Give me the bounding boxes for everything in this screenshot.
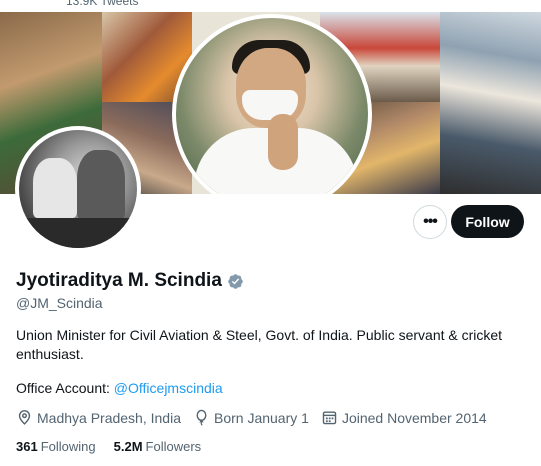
profile-meta: Madhya Pradesh, India Born January 1 Joi… [16,409,499,426]
location-pin-icon [18,410,31,425]
followers-label: Followers [145,439,202,454]
following-count: 361 [16,439,38,454]
following-label: Following [40,439,96,454]
followers-count: 5.2M [113,439,143,454]
office-account-line: Office Account: @Officejmscindia [16,380,223,396]
birthday-text: Born January 1 [213,409,309,426]
tweet-count: 13.9K Tweets [66,0,139,8]
joined-text: Joined November 2014 [341,409,487,426]
location-text: Madhya Pradesh, India [37,409,181,426]
followers-link[interactable]: 5.2M Followers [114,439,202,454]
location-item: Madhya Pradesh, India [16,409,181,426]
birthday-item: Born January 1 [193,409,309,426]
joined-item: Joined November 2014 [321,409,487,426]
calendar-icon [322,411,337,425]
office-account-label: Office Account: [16,380,114,396]
display-name: Jyotiraditya M. Scindia [16,270,222,291]
name-row: Jyotiraditya M. Scindia [16,270,244,292]
more-options-button[interactable]: ••• [413,205,447,239]
verified-badge-icon[interactable] [227,273,244,290]
banner-collage-tile [440,12,541,194]
avatar[interactable] [15,126,141,252]
bio: Union Minister for Civil Aviation & Stee… [16,327,503,362]
tweet-count-bar: 13.9K Tweets [0,0,541,12]
follow-button[interactable]: Follow [451,205,524,238]
office-account-link[interactable]: @Officejmscindia [114,380,223,396]
follow-stats: 361 Following 5.2M Followers [16,439,219,454]
following-link[interactable]: 361 Following [16,439,96,454]
handle: @JM_Scindia [16,295,103,311]
balloon-icon [196,409,207,426]
